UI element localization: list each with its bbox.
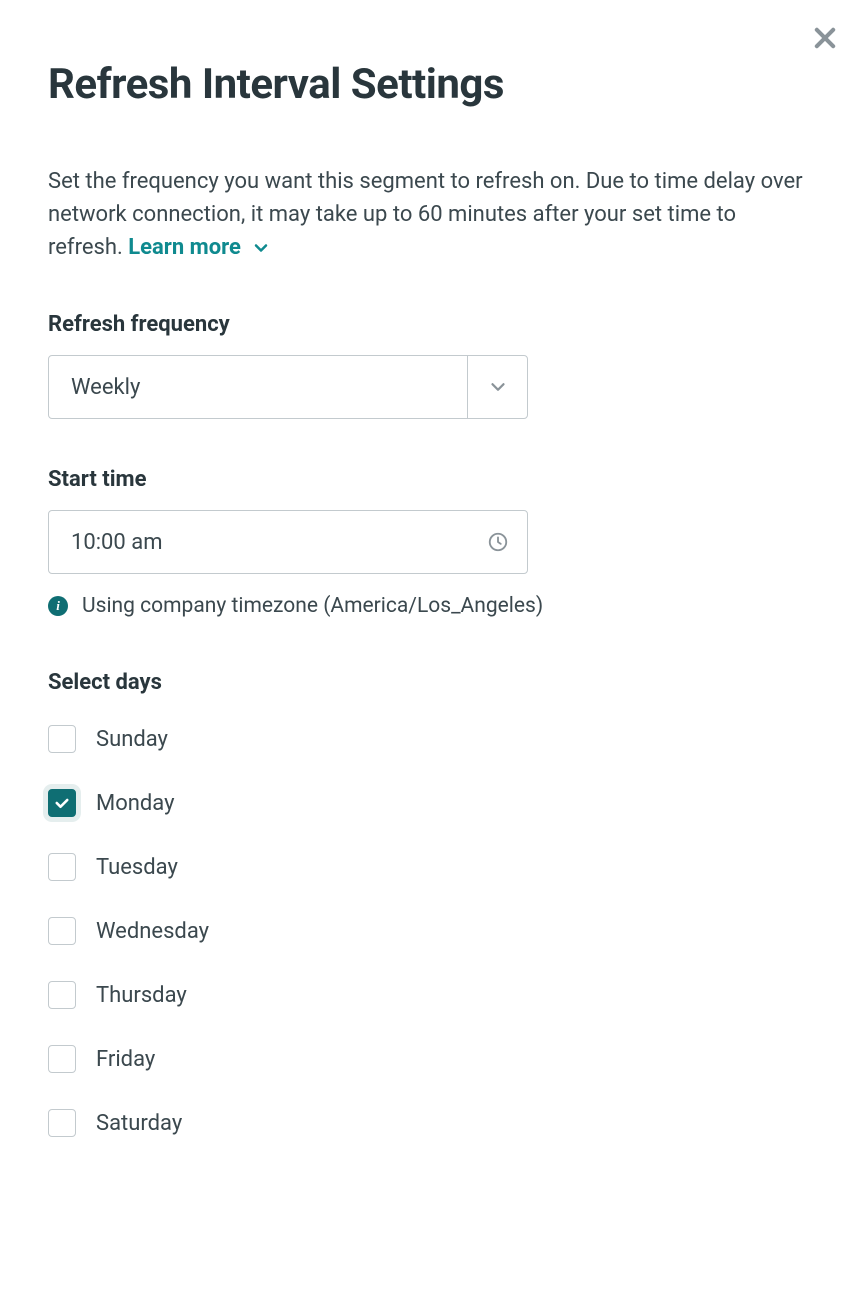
checkbox-sunday[interactable] (48, 725, 76, 753)
day-label: Saturday (96, 1111, 182, 1136)
day-label: Wednesday (96, 919, 209, 944)
checkbox-saturday[interactable] (48, 1109, 76, 1137)
checkbox-wednesday[interactable] (48, 917, 76, 945)
start-time-value: 10:00 am (71, 530, 487, 555)
checkbox-friday[interactable] (48, 1045, 76, 1073)
chevron-down-icon (467, 356, 527, 418)
chevron-down-icon (251, 238, 271, 258)
day-label: Friday (96, 1047, 155, 1072)
clock-icon (487, 531, 509, 553)
checkbox-tuesday[interactable] (48, 853, 76, 881)
page-title: Refresh Interval Settings (48, 60, 815, 109)
days-list: Sunday Monday Tuesday Wednesday Thursday Frid… (48, 725, 815, 1137)
day-row-thursday[interactable]: Thursday (48, 981, 815, 1009)
refresh-frequency-label: Refresh frequency (48, 312, 815, 337)
refresh-frequency-select[interactable]: Weekly (48, 355, 528, 419)
day-label: Tuesday (96, 855, 178, 880)
day-row-sunday[interactable]: Sunday (48, 725, 815, 753)
start-time-input[interactable]: 10:00 am (48, 510, 528, 574)
description-text: Set the frequency you want this segment … (48, 165, 815, 264)
learn-more-link[interactable]: Learn more (128, 231, 271, 264)
close-icon (811, 24, 839, 52)
day-row-friday[interactable]: Friday (48, 1045, 815, 1073)
day-label: Thursday (96, 983, 187, 1008)
refresh-frequency-value: Weekly (49, 375, 467, 400)
select-days-label: Select days (48, 670, 815, 695)
day-row-monday[interactable]: Monday (48, 789, 815, 817)
day-label: Monday (96, 791, 175, 816)
start-time-label: Start time (48, 467, 815, 492)
checkbox-monday[interactable] (48, 789, 76, 817)
close-button[interactable] (811, 24, 839, 52)
day-row-wednesday[interactable]: Wednesday (48, 917, 815, 945)
info-icon: i (48, 596, 68, 616)
day-label: Sunday (96, 727, 168, 752)
day-row-saturday[interactable]: Saturday (48, 1109, 815, 1137)
learn-more-label: Learn more (128, 231, 241, 264)
day-row-tuesday[interactable]: Tuesday (48, 853, 815, 881)
timezone-note-row: i Using company timezone (America/Los_An… (48, 594, 815, 618)
checkbox-thursday[interactable] (48, 981, 76, 1009)
timezone-note-text: Using company timezone (America/Los_Ange… (82, 594, 543, 618)
